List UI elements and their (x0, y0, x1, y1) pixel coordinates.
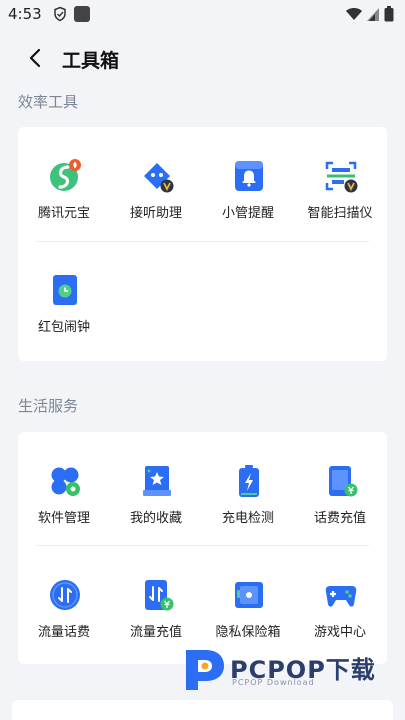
gamepad-icon (325, 586, 357, 607)
favorites-icon (143, 466, 171, 496)
app-manage-icon (51, 467, 80, 496)
shield-notification-icon (54, 6, 66, 22)
tool-label: 我的收藏 (129, 511, 182, 526)
tool-yuanbao[interactable]: 腾讯元宝 (18, 159, 110, 239)
wifi-icon (346, 8, 362, 20)
tool-label: 充电检测 (221, 511, 274, 526)
battery-status-icon (384, 6, 394, 22)
tool-label: 腾讯元宝 (37, 206, 90, 221)
back-arrow-icon[interactable] (24, 46, 48, 70)
watermark-subtext: PCPOP Download (232, 678, 315, 687)
bottom-card (12, 700, 393, 720)
tool-label: 游戏中心 (313, 625, 366, 640)
tool-app-manage[interactable]: 软件管理 (18, 464, 110, 544)
data-fee-icon (50, 580, 80, 610)
tool-phone-recharge[interactable]: 话费充值 (294, 464, 386, 544)
tool-label: 话费充值 (313, 511, 366, 526)
tool-label: 隐私保险箱 (215, 625, 281, 640)
section-title-life-services: 生活服务 (18, 397, 79, 415)
tool-label: 小管提醒 (221, 206, 274, 221)
life-services-card: 软件管理 我的收藏 充电检测 话费充值 流量话费 流量充值 隐私保险箱 游戏中心 (18, 432, 387, 664)
tool-label: 流量充值 (129, 625, 182, 640)
card-divider (36, 241, 369, 242)
answer-assistant-icon (144, 163, 174, 193)
card-divider (36, 545, 369, 546)
signal-icon (367, 8, 379, 21)
clock-icon (53, 275, 77, 305)
watermark-logo-icon (186, 650, 224, 690)
status-time: 4:53 (8, 5, 42, 23)
tool-red-packet-alarm[interactable]: 红包闹钟 (18, 273, 110, 353)
page-title: 工具箱 (62, 50, 120, 72)
data-recharge-icon (145, 580, 174, 611)
watermark: PCPOP下载 PCPOP Download (182, 644, 392, 694)
scanner-icon (325, 161, 358, 193)
efficiency-tools-card: 腾讯元宝 接听助理 小管提醒 智能扫描仪 红包闹钟 (18, 127, 387, 361)
bell-icon (235, 161, 263, 191)
tool-favorites[interactable]: 我的收藏 (110, 464, 202, 544)
status-bar: 4:53 (0, 0, 405, 28)
tool-label: 红包闹钟 (37, 320, 90, 335)
tool-scanner[interactable]: 智能扫描仪 (294, 159, 386, 239)
tool-data-fee[interactable]: 流量话费 (18, 578, 110, 658)
section-title-efficiency: 效率工具 (18, 93, 79, 111)
yuanbao-icon (50, 159, 81, 191)
tool-label: 智能扫描仪 (307, 206, 373, 221)
tool-label: 接听助理 (129, 206, 182, 221)
tool-charge-check[interactable]: 充电检测 (202, 464, 294, 544)
top-bar: 工具箱 (0, 38, 405, 80)
tool-answer-assistant[interactable]: 接听助理 (110, 159, 202, 239)
tool-label: 软件管理 (37, 511, 90, 526)
battery-icon (239, 465, 259, 497)
app-notification-icon (74, 6, 90, 22)
safe-box-icon (235, 582, 263, 608)
phone-recharge-icon (329, 466, 358, 497)
tool-label: 流量话费 (37, 625, 90, 640)
tool-reminder[interactable]: 小管提醒 (202, 159, 294, 239)
